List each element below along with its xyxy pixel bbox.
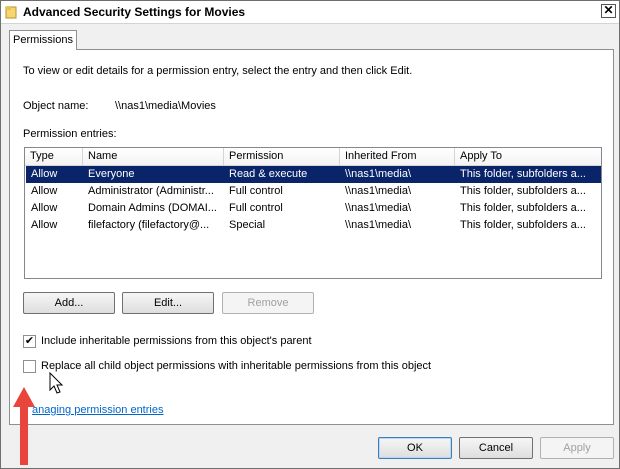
cell-permission: Full control — [229, 202, 283, 214]
cell-permission: Full control — [229, 185, 283, 197]
column-header-apply-to[interactable]: Apply To — [455, 148, 601, 165]
object-name-label: Object name: — [23, 100, 89, 112]
cell-apply-to: This folder, subfolders a... — [460, 219, 586, 231]
remove-button[interactable]: Remove — [222, 292, 314, 314]
column-header-permission[interactable]: Permission — [224, 148, 340, 165]
cell-apply-to: This folder, subfolders a... — [460, 168, 586, 180]
cell-inherited-from: \\nas1\media\ — [345, 202, 412, 214]
title-bar[interactable]: Advanced Security Settings for Movies ✕ — [1, 1, 619, 24]
ok-button[interactable]: OK — [378, 437, 452, 459]
folder-icon — [5, 6, 17, 19]
cancel-button[interactable]: Cancel — [459, 437, 533, 459]
add-button[interactable]: Add... — [23, 292, 115, 314]
tab-permissions[interactable]: Permissions — [9, 30, 77, 50]
cell-inherited-from: \\nas1\media\ — [345, 168, 412, 180]
column-header-name[interactable]: Name — [83, 148, 224, 165]
close-button[interactable]: ✕ — [601, 4, 616, 18]
cell-apply-to: This folder, subfolders a... — [460, 185, 586, 197]
object-name-value: \\nas1\media\Movies — [115, 100, 216, 112]
cell-name: Everyone — [88, 168, 135, 180]
list-header: Type Name Permission Inherited From Appl… — [25, 148, 601, 166]
cell-name: filefactory (filefactory@... — [88, 219, 210, 231]
column-header-inherited-from[interactable]: Inherited From — [340, 148, 455, 165]
cell-type: Allow — [31, 219, 58, 231]
window-title: Advanced Security Settings for Movies — [23, 5, 246, 19]
mouse-cursor-icon — [49, 372, 64, 394]
include-inheritable-label[interactable]: Include inheritable permissions from thi… — [41, 335, 312, 347]
cell-permission: Read & execute — [229, 168, 308, 180]
cell-inherited-from: \\nas1\media\ — [345, 185, 412, 197]
apply-button[interactable]: Apply — [540, 437, 614, 459]
cell-inherited-from: \\nas1\media\ — [345, 219, 412, 231]
table-row[interactable]: Allow Administrator (Administr... Full c… — [26, 183, 601, 200]
cell-name: Domain Admins (DOMAI... — [88, 202, 217, 214]
edit-button[interactable]: Edit... — [122, 292, 214, 314]
table-row[interactable]: Allow Everyone Read & execute \\nas1\med… — [26, 166, 601, 183]
replace-child-checkbox[interactable] — [23, 360, 36, 373]
security-settings-window: Advanced Security Settings for Movies ✕ … — [0, 0, 620, 469]
instructions-text: To view or edit details for a permission… — [23, 65, 413, 77]
table-row[interactable]: Allow Domain Admins (DOMAI... Full contr… — [26, 200, 601, 217]
cell-name: Administrator (Administr... — [88, 185, 214, 197]
cell-type: Allow — [31, 168, 58, 180]
cell-type: Allow — [31, 202, 58, 214]
red-arrow-icon — [13, 387, 35, 465]
column-header-type[interactable]: Type — [25, 148, 83, 165]
permission-entries-list[interactable]: Type Name Permission Inherited From Appl… — [24, 147, 602, 279]
permission-entries-label: Permission entries: — [23, 128, 117, 140]
replace-child-label[interactable]: Replace all child object permissions wit… — [41, 360, 431, 372]
include-inheritable-checkbox[interactable]: ✔ — [23, 335, 36, 348]
cell-permission: Special — [229, 219, 266, 231]
table-row[interactable]: Allow filefactory (filefactory@... Speci… — [26, 217, 601, 234]
cell-apply-to: This folder, subfolders a... — [460, 202, 586, 214]
cell-type: Allow — [31, 185, 58, 197]
managing-permissions-link[interactable]: anaging permission entries — [32, 404, 163, 416]
